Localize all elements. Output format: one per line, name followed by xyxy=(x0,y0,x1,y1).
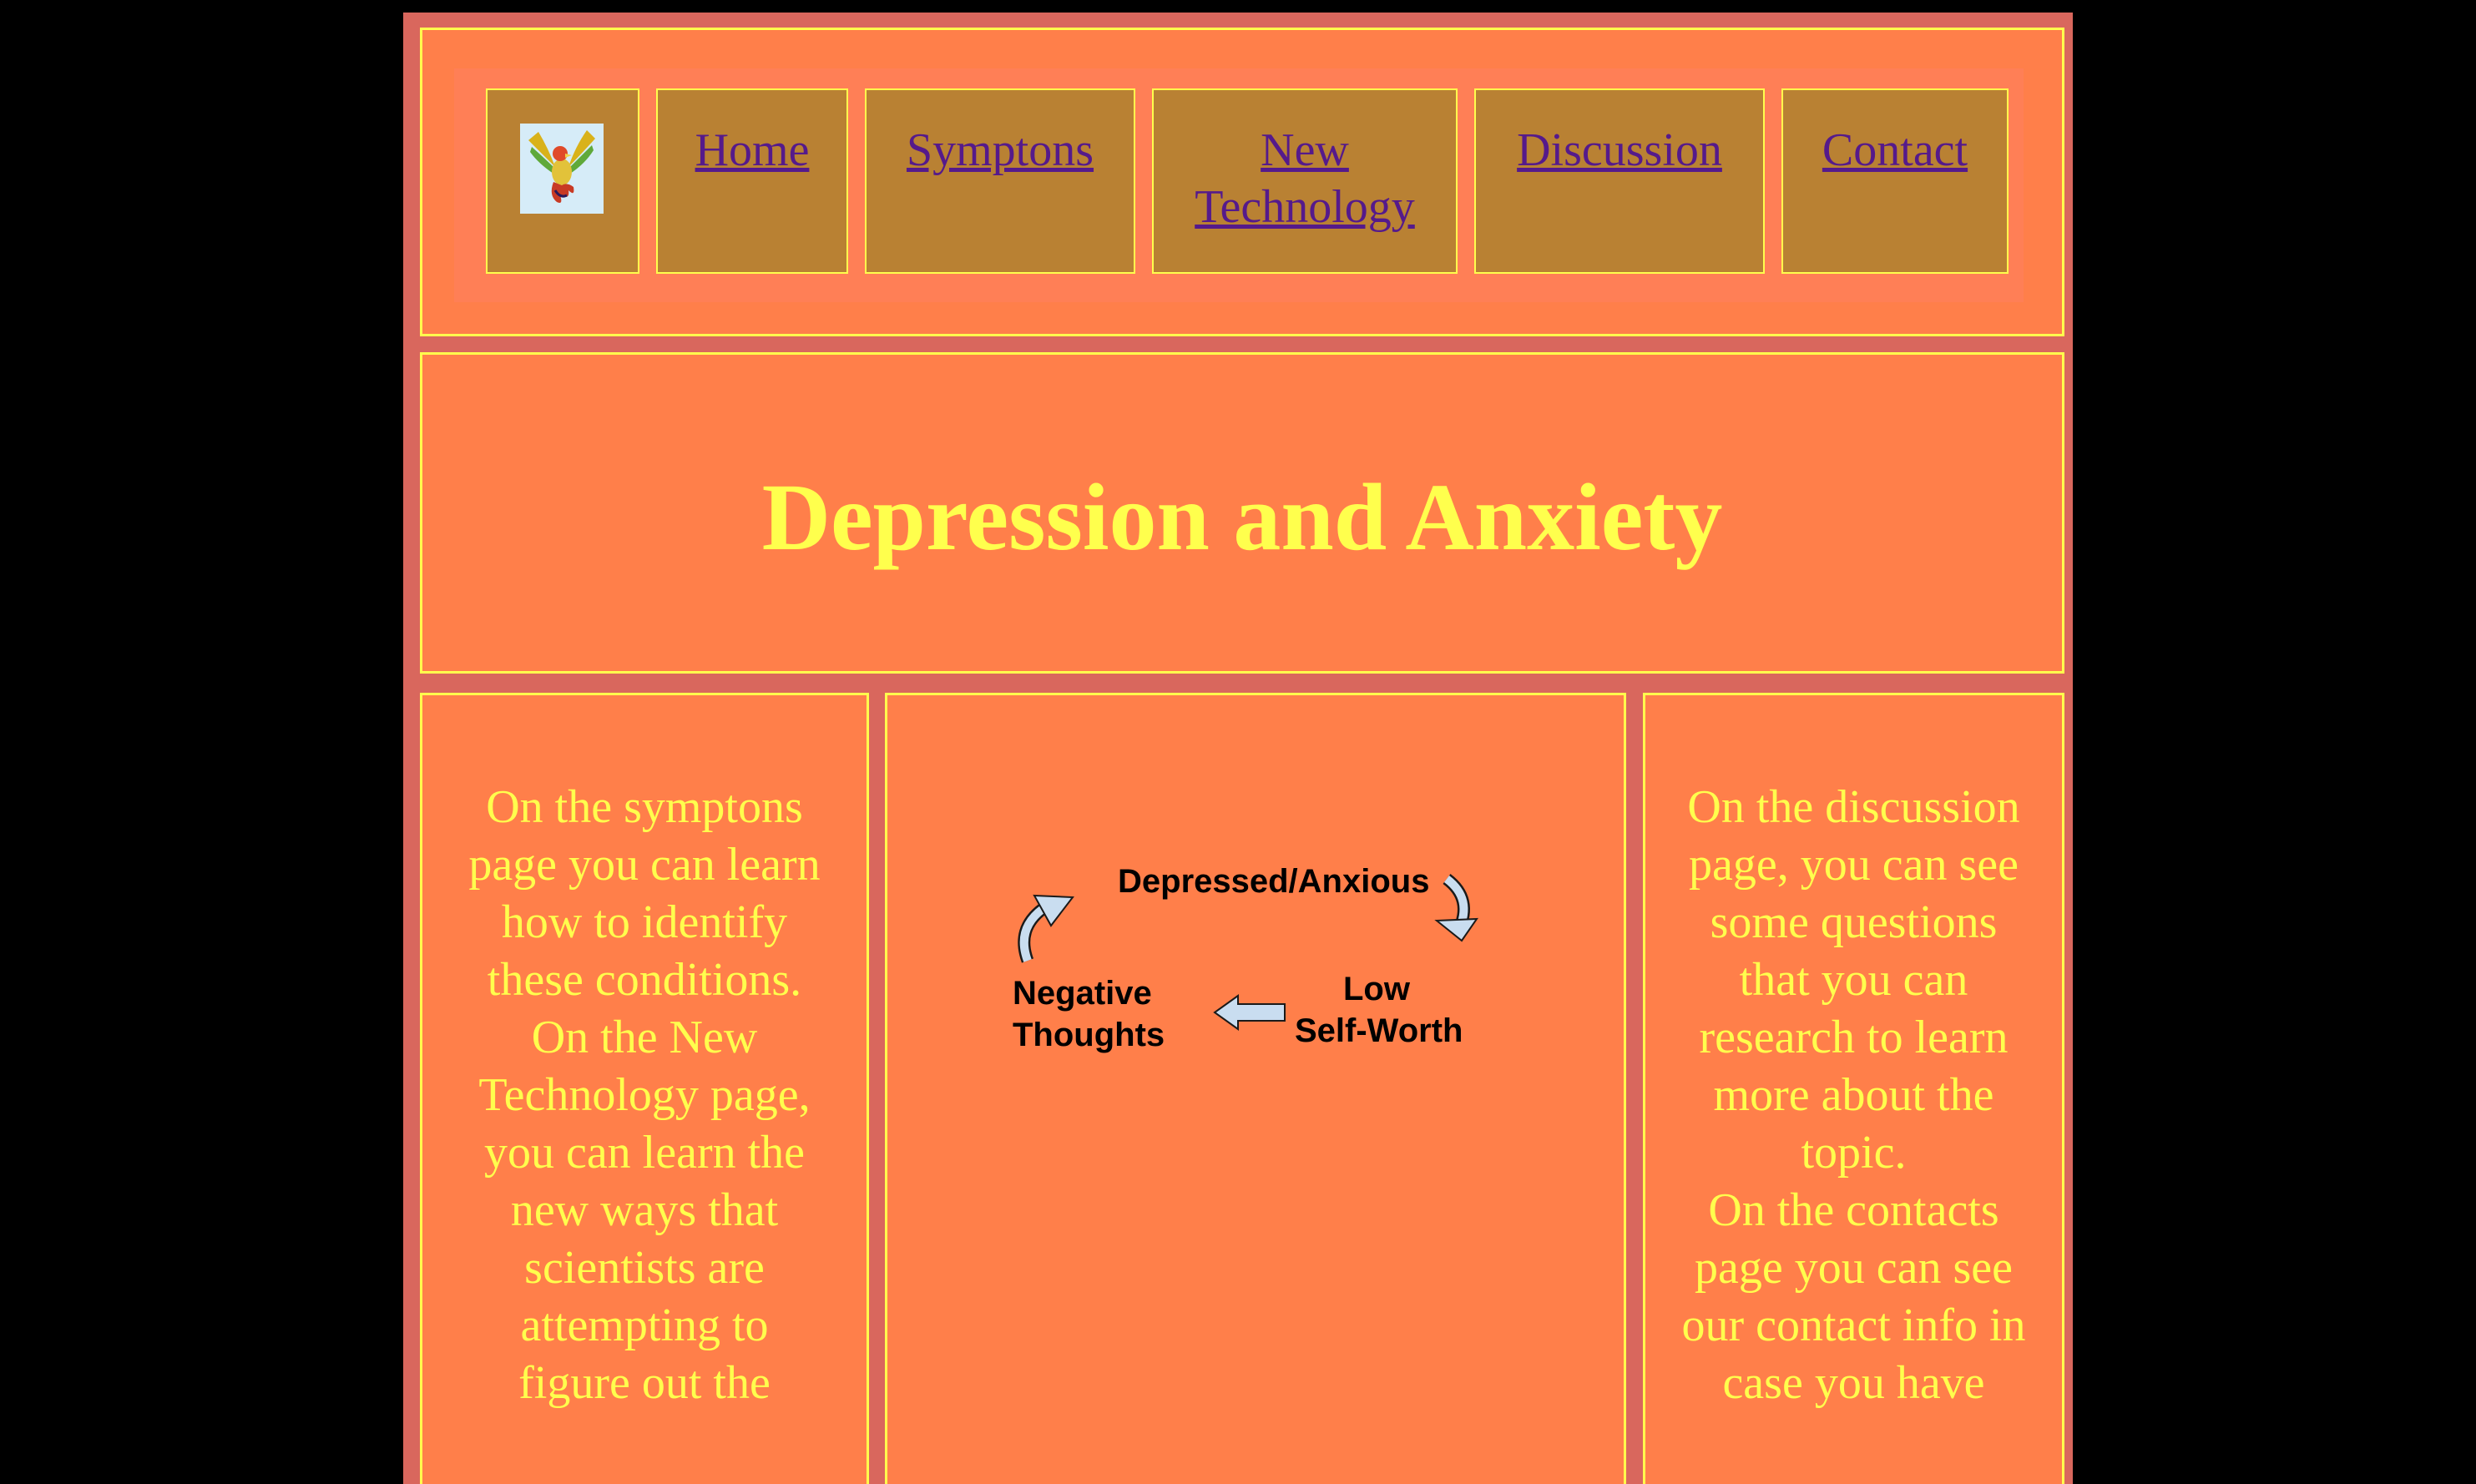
header-banner: Depression and Anxiety xyxy=(420,352,2064,674)
nav-item-symptons: Symptons xyxy=(865,88,1135,274)
left-column-text: On the symptons page you can learn how t… xyxy=(422,695,867,1412)
nav-link-contact[interactable]: Contact xyxy=(1783,90,2007,179)
diagram-node-negative: Negative xyxy=(1013,975,1152,1012)
nav-item-contact: Contact xyxy=(1781,88,2009,274)
navigation-inner: Home Symptons New Technology Discussion … xyxy=(454,68,2024,302)
diagram-node-thoughts: Thoughts xyxy=(1013,1017,1165,1053)
cycle-arrow-left-icon xyxy=(1213,994,1286,1031)
nav-link-new-technology[interactable]: New Technology xyxy=(1154,90,1456,235)
page-container: Home Symptons New Technology Discussion … xyxy=(403,13,2073,1484)
right-paragraph-contacts: On the contacts page you can see our con… xyxy=(1681,1184,2026,1409)
center-column: Depressed/Anxious Low Self-Worth Negativ… xyxy=(885,693,1626,1484)
nav-link-home[interactable]: Home xyxy=(658,90,846,179)
left-column: On the symptons page you can learn how t… xyxy=(420,693,869,1484)
cycle-arrow-top-right-icon xyxy=(1434,874,1478,942)
depression-cycle-diagram: Depressed/Anxious Low Self-Worth Negativ… xyxy=(1013,863,1478,1053)
phoenix-logo-icon xyxy=(520,124,604,214)
nav-item-discussion: Discussion xyxy=(1474,88,1765,274)
right-column-text: On the discussion page, you can see some… xyxy=(1645,695,2062,1412)
left-paragraph-new-technology: On the New Technology page, you can lear… xyxy=(478,1012,811,1409)
right-column: On the discussion page, you can see some… xyxy=(1643,693,2064,1484)
navigation-bar: Home Symptons New Technology Discussion … xyxy=(420,28,2064,336)
diagram-node-low: Low xyxy=(1343,971,1411,1007)
right-paragraph-discussion: On the discussion page, you can see some… xyxy=(1687,781,2020,1179)
left-paragraph-symptons: On the symptons page you can learn how t… xyxy=(468,781,821,1006)
nav-link-symptons[interactable]: Symptons xyxy=(867,90,1134,179)
nav-link-discussion[interactable]: Discussion xyxy=(1476,90,1763,179)
cycle-arrow-bottom-left-icon xyxy=(1018,894,1074,963)
diagram-node-self-worth: Self-Worth xyxy=(1295,1012,1463,1049)
diagram-node-depressed: Depressed/Anxious xyxy=(1118,863,1429,900)
nav-item-home: Home xyxy=(656,88,848,274)
nav-item-new-technology: New Technology xyxy=(1152,88,1458,274)
page-title: Depression and Anxiety xyxy=(761,464,1723,570)
nav-logo-cell xyxy=(486,88,639,274)
